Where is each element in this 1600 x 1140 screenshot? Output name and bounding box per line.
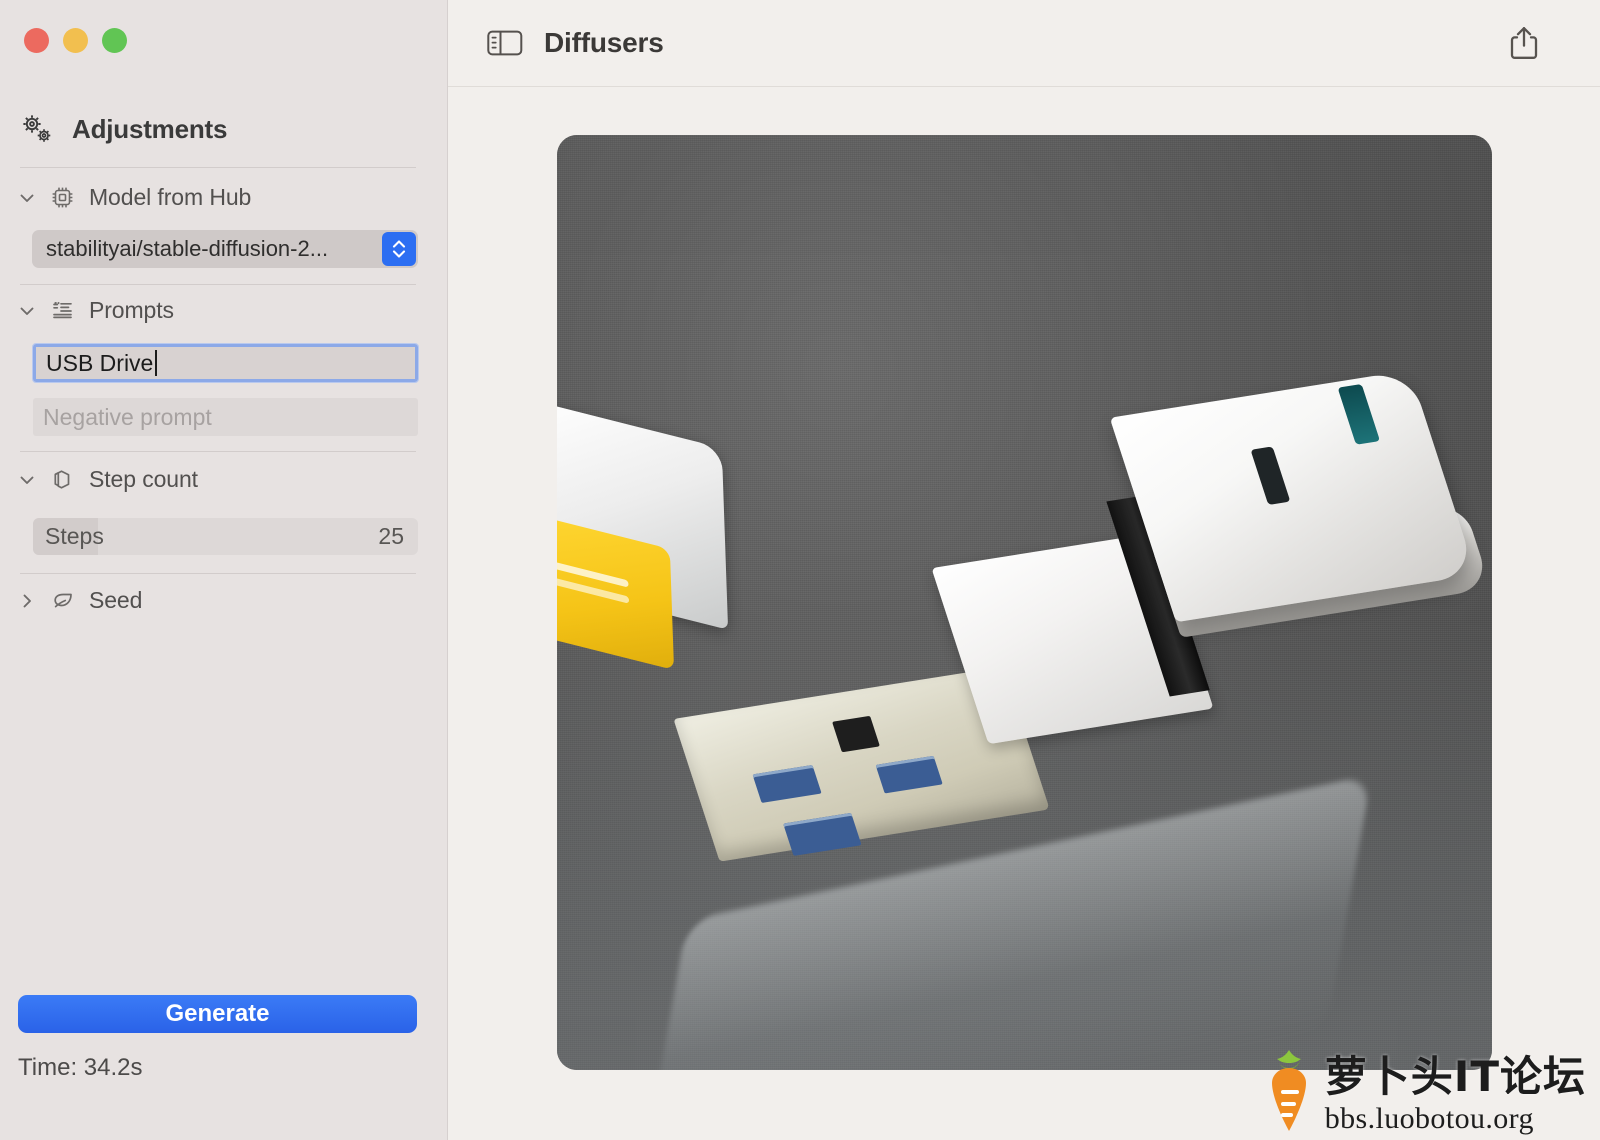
- generated-image[interactable]: [556, 135, 1492, 1070]
- steps-value: 25: [378, 523, 404, 549]
- chevron-up-down-icon[interactable]: [382, 232, 416, 266]
- divider: [20, 167, 416, 168]
- watermark-url: bbs.luobotou.org: [1324, 1102, 1534, 1135]
- sidebar-header: Adjustments: [20, 113, 227, 145]
- usb-pin-hole: [751, 764, 822, 803]
- quote-lines-icon: [50, 298, 75, 323]
- usb-pin-hole: [782, 812, 862, 856]
- generation-time-label: Time: 34.2s: [18, 1054, 143, 1081]
- zoom-button[interactable]: [102, 28, 127, 53]
- usb-pin-hole: [831, 715, 880, 753]
- sidebar-panel-icon[interactable]: [486, 28, 524, 58]
- group-label: Seed: [89, 587, 143, 613]
- group-label: Model from Hub: [89, 184, 252, 210]
- app-window: Adjustments Model from Hub stabilityai/s…: [0, 0, 1600, 1140]
- window-controls: [24, 28, 127, 53]
- sidebar-group-model-from-hub[interactable]: Model from Hub: [18, 184, 251, 211]
- main-content: Diffusers 萝卜头IT论坛 bbs.luobotou.org: [448, 0, 1600, 1140]
- negative-prompt-input[interactable]: Negative prompt: [33, 398, 418, 436]
- positive-prompt-value: USB Drive: [46, 349, 154, 376]
- page-title: Adjustments: [72, 113, 228, 144]
- sidebar-group-prompts[interactable]: Prompts: [18, 297, 174, 324]
- toolbar: Diffusers: [448, 0, 1600, 87]
- divider: [20, 451, 416, 452]
- cpu-chip-icon: [50, 185, 75, 210]
- chevron-down-icon[interactable]: [18, 189, 36, 207]
- close-button[interactable]: [24, 28, 49, 53]
- sidebar-group-seed[interactable]: Seed: [18, 587, 142, 614]
- group-label: Step count: [89, 466, 198, 492]
- chevron-down-icon[interactable]: [18, 471, 36, 489]
- usb-pin-hole: [874, 755, 943, 794]
- window-title: Diffusers: [544, 27, 664, 58]
- image-canvas-area: 萝卜头IT论坛 bbs.luobotou.org: [448, 87, 1600, 1140]
- positive-prompt-input[interactable]: USB Drive: [32, 343, 419, 383]
- text-caret: [155, 350, 158, 376]
- steps-slider[interactable]: Steps 25: [33, 518, 418, 555]
- leaf-icon: [50, 588, 75, 613]
- chevron-down-icon[interactable]: [18, 302, 36, 320]
- model-select-dropdown[interactable]: stabilityai/stable-diffusion-2...: [32, 230, 418, 268]
- divider: [20, 573, 416, 574]
- group-label: Prompts: [89, 297, 174, 323]
- negative-prompt-placeholder: Negative prompt: [43, 403, 212, 430]
- divider: [20, 284, 416, 285]
- steps-label: Steps: [45, 523, 104, 549]
- layers-stack-icon: [50, 467, 75, 492]
- share-upload-icon[interactable]: [1503, 22, 1545, 64]
- minimize-button[interactable]: [63, 28, 88, 53]
- chevron-right-icon[interactable]: [18, 592, 36, 610]
- model-select-value: stabilityai/stable-diffusion-2...: [46, 236, 329, 261]
- gears-icon: [20, 113, 54, 145]
- adjustments-sidebar: Adjustments Model from Hub stabilityai/s…: [0, 0, 448, 1140]
- generate-button[interactable]: Generate: [18, 995, 417, 1033]
- sidebar-group-step-count[interactable]: Step count: [18, 466, 198, 493]
